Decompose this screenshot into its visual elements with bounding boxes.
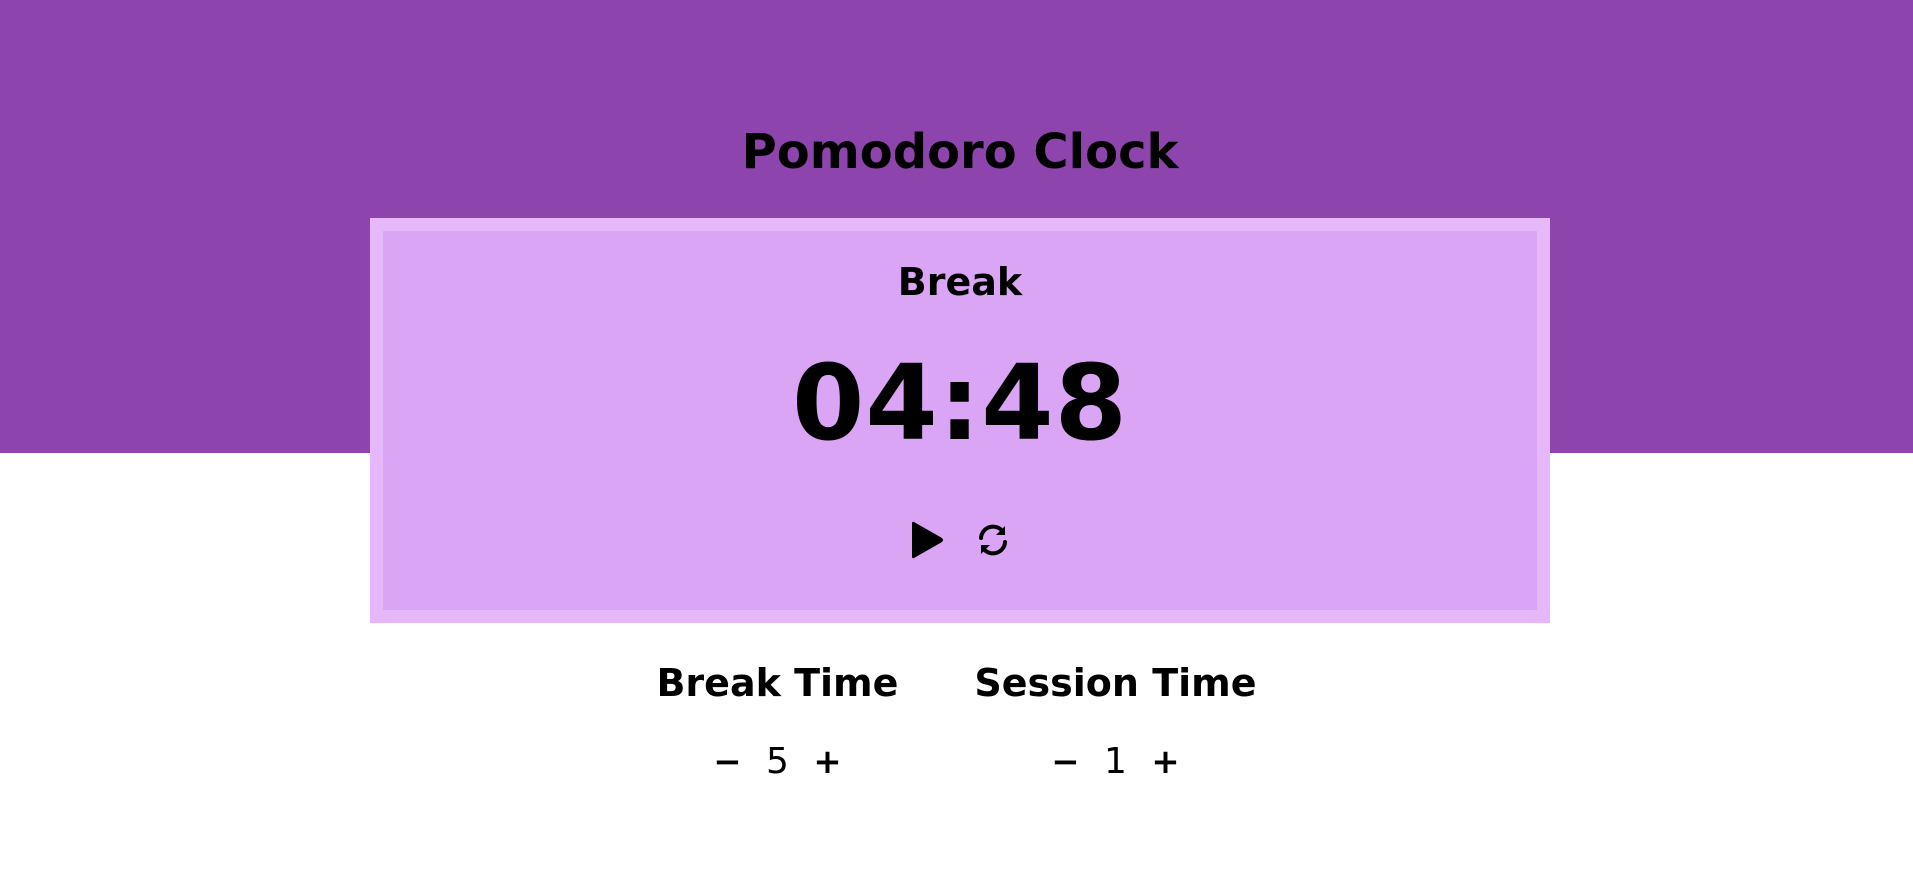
break-decrement-button[interactable]: − xyxy=(709,742,745,782)
break-length-control: Break Time − 5 + xyxy=(656,655,898,782)
session-length-title: Session Time xyxy=(974,661,1257,705)
reset-button[interactable] xyxy=(973,518,1013,562)
page-title: Pomodoro Clock xyxy=(741,124,1179,180)
break-increment-button[interactable]: + xyxy=(809,742,845,782)
session-decrement-button[interactable]: − xyxy=(1047,742,1083,782)
timer-label: Break xyxy=(897,260,1023,304)
session-length-value: 1 xyxy=(1104,741,1127,782)
timer-card: Break 04:48 xyxy=(370,218,1550,623)
play-icon xyxy=(912,521,943,559)
session-length-stepper: − 1 + xyxy=(1047,741,1183,782)
session-increment-button[interactable]: + xyxy=(1147,742,1183,782)
timer-controls xyxy=(383,518,1537,562)
break-length-title: Break Time xyxy=(656,661,899,705)
break-length-value: 5 xyxy=(765,741,789,782)
refresh-icon xyxy=(979,524,1007,556)
length-settings: Break Time − 5 + Session Time − 1 + xyxy=(0,655,1913,782)
break-length-stepper: − 5 + xyxy=(709,741,845,782)
session-length-control: Session Time − 1 + xyxy=(974,655,1256,782)
timer-display: 04:48 xyxy=(791,342,1129,464)
play-button[interactable] xyxy=(907,518,947,562)
